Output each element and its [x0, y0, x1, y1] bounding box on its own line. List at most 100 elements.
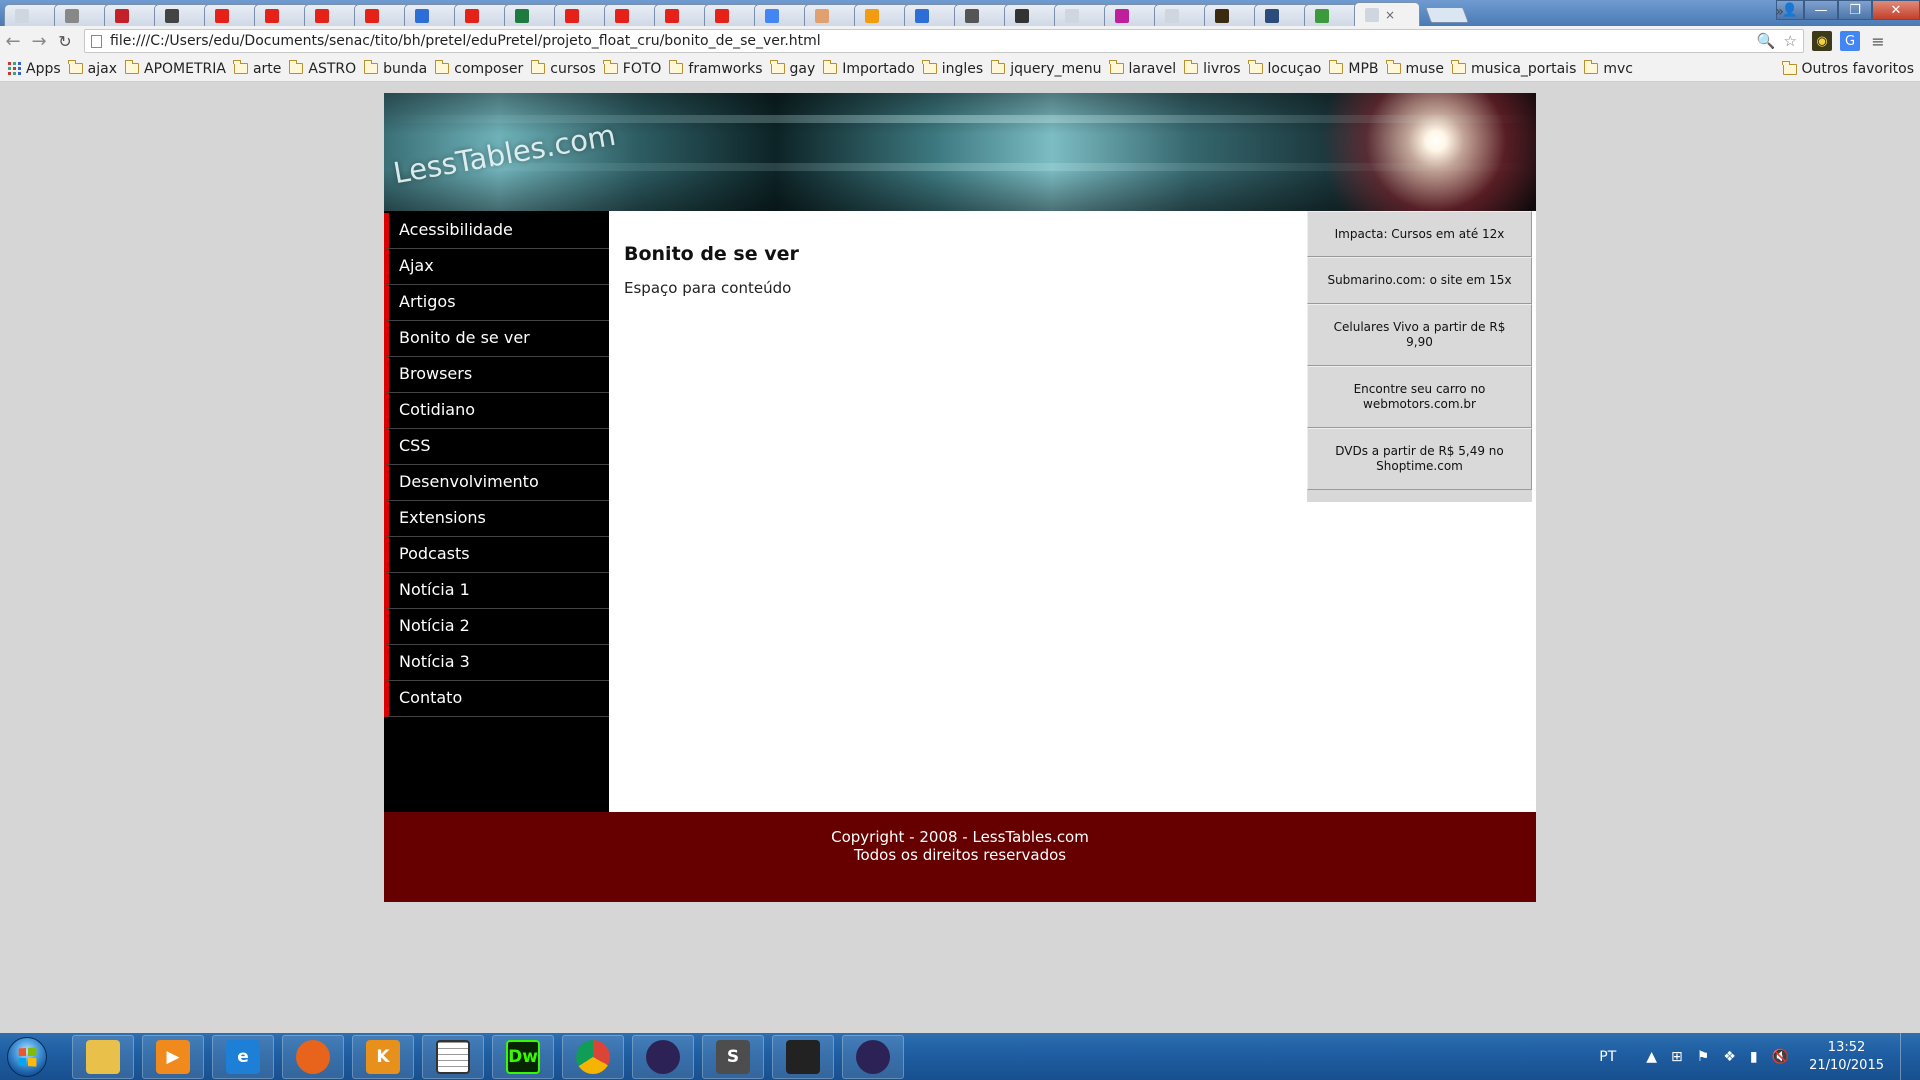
- bookmark-folder[interactable]: muse: [1386, 60, 1444, 77]
- bookmark-folder[interactable]: composer: [434, 60, 523, 77]
- tab[interactable]: ×: [604, 4, 660, 26]
- new-tab-button[interactable]: [1425, 7, 1469, 23]
- menu-item-contato[interactable]: Contato: [384, 681, 609, 717]
- bookmark-folder[interactable]: ingles: [922, 60, 983, 77]
- menu-item-desenvolvimento[interactable]: Desenvolvimento: [384, 465, 609, 501]
- bookmark-folder[interactable]: Importado: [822, 60, 915, 77]
- tab[interactable]: ×: [954, 4, 1010, 26]
- bookmark-folder[interactable]: arte: [233, 60, 281, 77]
- taskbar-app-dreamweaver[interactable]: Dw: [492, 1034, 554, 1079]
- bookmark-folder[interactable]: jquery_menu: [990, 60, 1102, 77]
- menu-item-ajax[interactable]: Ajax: [384, 249, 609, 285]
- windows-flag-icon[interactable]: ⊞: [1671, 1049, 1683, 1065]
- bookmark-folder[interactable]: gay: [770, 60, 815, 77]
- bookmark-other-favorites[interactable]: Outros favoritos: [1782, 56, 1914, 82]
- tab[interactable]: ×: [1154, 4, 1210, 26]
- menu-icon[interactable]: ≡: [1868, 31, 1888, 51]
- taskbar-app-explorer[interactable]: [72, 1034, 134, 1079]
- close-window-button[interactable]: ✕: [1872, 0, 1920, 20]
- tab[interactable]: ×: [154, 4, 210, 26]
- menu-item-bonito-de-se-ver[interactable]: Bonito de se ver: [384, 321, 609, 357]
- tab[interactable]: ×: [454, 4, 510, 26]
- tab-active[interactable]: ×: [1354, 2, 1420, 26]
- clock[interactable]: 13:52 21/10/2015: [1809, 1039, 1884, 1075]
- bookmark-folder[interactable]: APOMETRIA: [124, 60, 226, 77]
- ad-webmotors[interactable]: Encontre seu carro no webmotors.com.br: [1307, 366, 1532, 428]
- tab[interactable]: ×: [804, 4, 860, 26]
- taskbar-app-klite[interactable]: K: [352, 1034, 414, 1079]
- menu-item-cotidiano[interactable]: Cotidiano: [384, 393, 609, 429]
- ad-vivo[interactable]: Celulares Vivo a partir de R$ 9,90: [1307, 304, 1532, 366]
- tab-close-icon[interactable]: ×: [1385, 8, 1395, 22]
- maximize-button[interactable]: ❐: [1838, 0, 1872, 20]
- show-desktop-button[interactable]: [1900, 1033, 1910, 1080]
- tab[interactable]: ×: [704, 4, 760, 26]
- tab[interactable]: ×: [1004, 4, 1060, 26]
- tab[interactable]: ×: [1104, 4, 1160, 26]
- action-center-icon[interactable]: ⚑: [1697, 1049, 1710, 1065]
- taskbar-app-eclipse-2[interactable]: [842, 1034, 904, 1079]
- bookmark-star-icon[interactable]: ☆: [1784, 32, 1797, 50]
- taskbar-app-chrome[interactable]: [562, 1034, 624, 1079]
- bookmark-folder[interactable]: musica_portais: [1451, 60, 1576, 77]
- tab[interactable]: ×: [1304, 4, 1360, 26]
- language-indicator[interactable]: PT: [1599, 1049, 1616, 1065]
- menu-item-browsers[interactable]: Browsers: [384, 357, 609, 393]
- tab[interactable]: ×: [54, 4, 110, 26]
- bookmark-folder[interactable]: ajax: [68, 60, 117, 77]
- taskbar-app-media-player[interactable]: ▶: [142, 1034, 204, 1079]
- tab[interactable]: ×: [754, 4, 810, 26]
- taskbar-app-firefox[interactable]: [282, 1034, 344, 1079]
- menu-item-podcasts[interactable]: Podcasts: [384, 537, 609, 573]
- zoom-icon[interactable]: 🔍: [1757, 32, 1776, 50]
- tab[interactable]: ×: [1254, 4, 1310, 26]
- tab[interactable]: ×: [354, 4, 410, 26]
- tab[interactable]: ×: [104, 4, 160, 26]
- tab[interactable]: ×: [404, 4, 460, 26]
- bookmark-folder[interactable]: mvc: [1583, 60, 1633, 77]
- menu-item-extensions[interactable]: Extensions: [384, 501, 609, 537]
- tab[interactable]: ×: [904, 4, 960, 26]
- menu-item-css[interactable]: CSS: [384, 429, 609, 465]
- start-button[interactable]: [0, 1033, 54, 1080]
- tab[interactable]: ×: [4, 4, 60, 26]
- bookmark-folder[interactable]: FOTO: [603, 60, 661, 77]
- taskbar-app-calendar[interactable]: [422, 1034, 484, 1079]
- bookmark-folder[interactable]: bunda: [363, 60, 427, 77]
- menu-item-noticia-3[interactable]: Notícia 3: [384, 645, 609, 681]
- translate-icon[interactable]: G: [1840, 31, 1860, 51]
- bookmark-folder[interactable]: locuçao: [1248, 60, 1321, 77]
- bookmarks-more-button[interactable]: »: [1775, 4, 1784, 20]
- minimize-button[interactable]: —: [1804, 0, 1838, 20]
- bookmark-folder[interactable]: ASTRO: [288, 60, 356, 77]
- sync-icon[interactable]: ❖: [1723, 1049, 1736, 1065]
- tab[interactable]: ×: [1204, 4, 1260, 26]
- tab[interactable]: ×: [554, 4, 610, 26]
- ad-shoptime[interactable]: DVDs a partir de R$ 5,49 no Shoptime.com: [1307, 428, 1532, 490]
- bookmark-folder[interactable]: MPB: [1328, 60, 1379, 77]
- tab[interactable]: ×: [254, 4, 310, 26]
- taskbar-app-sublime[interactable]: S: [702, 1034, 764, 1079]
- address-bar[interactable]: file:///C:/Users/edu/Documents/senac/tit…: [84, 29, 1804, 53]
- bookmark-folder[interactable]: laravel: [1109, 60, 1176, 77]
- tab[interactable]: ×: [504, 4, 560, 26]
- menu-item-artigos[interactable]: Artigos: [384, 285, 609, 321]
- menu-item-noticia-2[interactable]: Notícia 2: [384, 609, 609, 645]
- show-hidden-icons-icon[interactable]: ▲: [1646, 1049, 1657, 1065]
- forward-button[interactable]: →: [26, 28, 52, 54]
- reload-button[interactable]: ↻: [52, 28, 78, 54]
- taskbar-app-eclipse[interactable]: [632, 1034, 694, 1079]
- volume-icon[interactable]: 🔇: [1772, 1049, 1789, 1065]
- ad-submarino[interactable]: Submarino.com: o site em 15x: [1307, 257, 1532, 304]
- menu-item-noticia-1[interactable]: Notícia 1: [384, 573, 609, 609]
- site-logo[interactable]: LessTables.com: [391, 118, 618, 191]
- tab[interactable]: ×: [304, 4, 360, 26]
- network-icon[interactable]: ▮: [1750, 1049, 1758, 1065]
- back-button[interactable]: ←: [0, 28, 26, 54]
- menu-item-acessibilidade[interactable]: Acessibilidade: [384, 213, 609, 249]
- extension-icon[interactable]: ◉: [1812, 31, 1832, 51]
- bookmark-folder[interactable]: livros: [1183, 60, 1241, 77]
- tab[interactable]: ×: [854, 4, 910, 26]
- bookmark-folder[interactable]: cursos: [530, 60, 596, 77]
- bookmark-apps[interactable]: Apps: [8, 61, 61, 77]
